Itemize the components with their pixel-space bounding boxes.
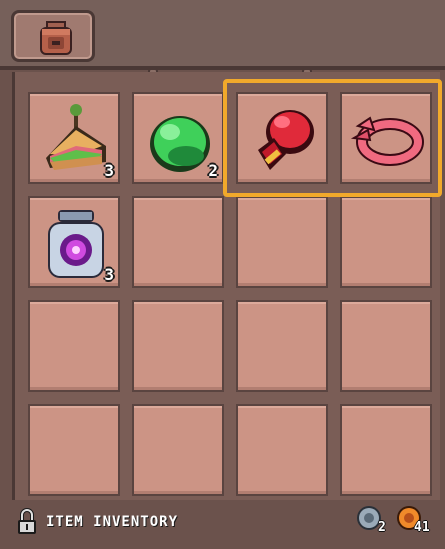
inventory-slot-11[interactable]: [236, 300, 328, 392]
inventory-title: ITEM INVENTORY: [46, 514, 179, 530]
inventory-slot-3[interactable]: [236, 92, 328, 184]
inventory-slot-7[interactable]: [236, 196, 328, 288]
item-count: 2: [208, 161, 218, 180]
inventory-slot-10[interactable]: [132, 300, 224, 392]
item-count: 3: [104, 161, 114, 180]
inventory-footer: ITEM INVENTORY 2 41: [0, 500, 445, 549]
silver-coin-count: 2: [378, 520, 386, 535]
inventory-slot-6[interactable]: [132, 196, 224, 288]
lock-icon: [18, 508, 36, 534]
inventory-slot-15[interactable]: [236, 404, 328, 496]
item-count: 3: [104, 265, 114, 284]
green-cap-icon: [150, 116, 210, 172]
headband-icon: [350, 116, 424, 166]
inventory-panel: 3 2 3 ITEM INVENTORY 2 41: [0, 0, 445, 549]
inventory-slot-16[interactable]: [340, 404, 432, 496]
magic-jar-icon: [48, 210, 104, 278]
inventory-slot-2[interactable]: 2: [132, 92, 224, 184]
tab-backpack[interactable]: [11, 10, 95, 62]
inventory-slot-8[interactable]: [340, 196, 432, 288]
sandwich-icon: [46, 104, 106, 170]
tab-bar: [0, 0, 445, 70]
inventory-slot-14[interactable]: [132, 404, 224, 496]
inventory-slot-9[interactable]: [28, 300, 120, 392]
inventory-slot-13[interactable]: [28, 404, 120, 496]
inventory-slot-5[interactable]: 3: [28, 196, 120, 288]
inventory-slot-4[interactable]: [340, 92, 432, 184]
backpack-icon: [40, 21, 72, 55]
orange-coin-count: 41: [414, 520, 430, 535]
boxing-glove-icon: [258, 110, 314, 170]
inventory-slot-12[interactable]: [340, 300, 432, 392]
inventory-slot-1[interactable]: 3: [28, 92, 120, 184]
